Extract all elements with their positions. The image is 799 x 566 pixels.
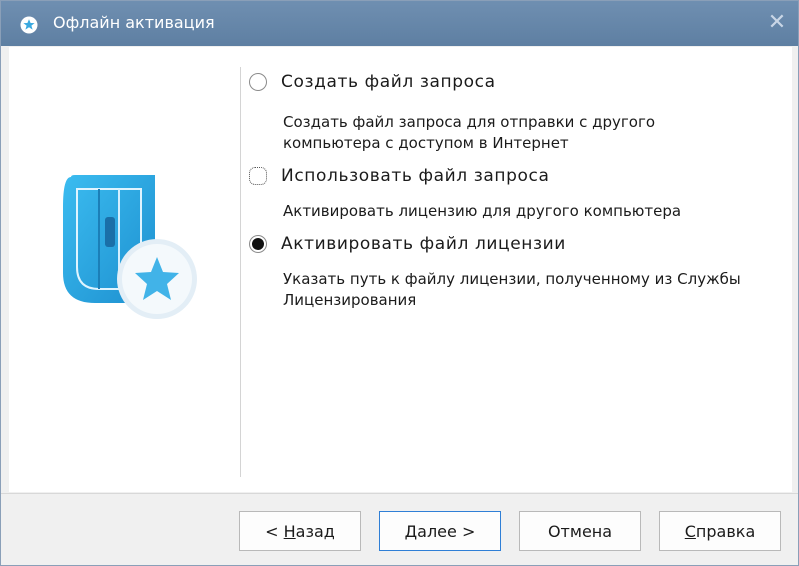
- back-rest: азад: [295, 521, 335, 541]
- option-use-request[interactable]: Использовать файл запроса: [249, 165, 549, 187]
- radio-use-request[interactable]: [249, 167, 267, 185]
- title-bar[interactable]: Офлайн активация ✕: [1, 1, 798, 46]
- next-mnemonic: Д: [404, 521, 418, 541]
- button-row-divider: [1, 493, 798, 494]
- close-button[interactable]: ✕: [766, 12, 788, 34]
- offline-activation-dialog: Офлайн активация ✕ Создать файл запроса …: [0, 0, 799, 566]
- close-icon: ✕: [767, 10, 787, 35]
- help-mnemonic: С: [684, 521, 696, 541]
- help-rest: правка: [695, 521, 756, 541]
- option-activate-license[interactable]: Активировать файл лицензии: [249, 233, 566, 255]
- window-title: Офлайн активация: [53, 13, 215, 32]
- option-description: Создать файл запроса для отправки с друг…: [283, 113, 656, 152]
- option-label: Создать файл запроса: [281, 72, 496, 92]
- radio-activate-license[interactable]: [249, 235, 267, 253]
- back-prefix: <: [265, 521, 284, 541]
- next-rest: алее >: [417, 521, 476, 541]
- option-label: Использовать файл запроса: [281, 166, 550, 186]
- back-mnemonic: Н: [283, 521, 296, 541]
- logo-panel: [9, 47, 239, 492]
- cancel-label: Отмена: [547, 521, 613, 541]
- cancel-button[interactable]: Отмена: [519, 511, 641, 551]
- option-description: Указать путь к файлу лицензии, полученно…: [283, 270, 741, 309]
- radio-create-request[interactable]: [249, 73, 267, 91]
- star-badge-icon: [20, 16, 38, 34]
- back-button[interactable]: < Назад: [239, 511, 361, 551]
- next-button[interactable]: Далее >: [379, 511, 501, 551]
- option-label: Активировать файл лицензии: [281, 234, 566, 254]
- product-logo-icon: [63, 175, 197, 319]
- help-button[interactable]: Справка: [659, 511, 781, 551]
- option-create-request[interactable]: Создать файл запроса: [249, 71, 496, 93]
- option-description: Активировать лицензию для другого компью…: [283, 202, 682, 220]
- vertical-divider: [240, 67, 241, 477]
